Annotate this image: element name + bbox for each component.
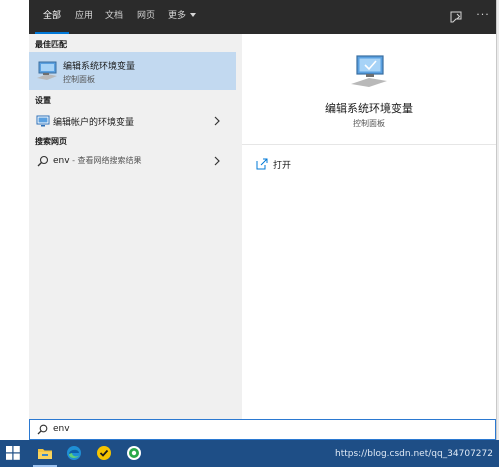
web-search-query: env bbox=[53, 156, 70, 166]
taskbar: https://blog.csdn.net/qq_34707272 bbox=[0, 440, 499, 467]
search-icon bbox=[37, 155, 49, 167]
best-match-heading: 最佳匹配 bbox=[35, 40, 67, 49]
preview-separator bbox=[242, 144, 496, 145]
open-label: 打开 bbox=[273, 161, 292, 171]
preview-title: 编辑系统环境变量 bbox=[325, 102, 413, 115]
tab-apps[interactable]: 应用 bbox=[75, 0, 93, 34]
search-tab-bar: 全部 应用 文档 网页 更多 ··· bbox=[29, 0, 496, 34]
tab-all[interactable]: 全部 bbox=[34, 0, 70, 34]
edge-icon[interactable] bbox=[66, 445, 82, 461]
search-box[interactable]: env bbox=[29, 419, 496, 440]
file-explorer-icon[interactable] bbox=[37, 445, 53, 461]
settings-heading: 设置 bbox=[35, 96, 51, 105]
chevron-right-icon[interactable] bbox=[212, 155, 222, 167]
desktop-strip bbox=[0, 0, 29, 440]
app-icon[interactable] bbox=[126, 445, 142, 461]
preview-subtitle: 控制面板 bbox=[353, 119, 385, 128]
norton-icon[interactable] bbox=[96, 445, 112, 461]
open-icon bbox=[256, 158, 268, 170]
settings-result[interactable]: 编辑帐户的环境变量 bbox=[29, 110, 236, 132]
more-options-icon[interactable]: ··· bbox=[475, 8, 491, 24]
chevron-right-icon[interactable] bbox=[212, 115, 222, 127]
web-search-label: env - 查看网络搜索结果 bbox=[53, 155, 142, 166]
web-search-heading: 搜索网页 bbox=[35, 137, 67, 146]
chevron-down-icon bbox=[190, 13, 197, 17]
settings-monitor-icon bbox=[36, 115, 50, 127]
tab-web[interactable]: 网页 bbox=[137, 0, 155, 34]
results-pane: 最佳匹配 编辑系统环境变量 控制面板 设置 编辑帐户的环境变量 搜索网页 env… bbox=[29, 34, 236, 419]
open-action[interactable]: 打开 bbox=[256, 156, 376, 172]
tab-more-label: 更多 bbox=[168, 11, 187, 21]
settings-result-label: 编辑帐户的环境变量 bbox=[53, 118, 135, 128]
system-properties-icon bbox=[351, 55, 387, 87]
system-properties-icon bbox=[37, 61, 57, 80]
best-match-result[interactable]: 编辑系统环境变量 控制面板 bbox=[29, 52, 236, 90]
tab-documents[interactable]: 文档 bbox=[105, 0, 123, 34]
web-search-suffix: - 查看网络搜索结果 bbox=[69, 156, 142, 165]
preview-pane: 编辑系统环境变量 控制面板 打开 bbox=[242, 34, 496, 419]
tab-more[interactable]: 更多 bbox=[168, 0, 197, 34]
windows-start-icon[interactable] bbox=[6, 446, 20, 460]
search-icon bbox=[37, 424, 48, 435]
feedback-icon[interactable] bbox=[449, 10, 463, 24]
web-search-result[interactable]: env - 查看网络搜索结果 bbox=[29, 150, 236, 172]
watermark-text: https://blog.csdn.net/qq_34707272 bbox=[334, 449, 493, 459]
best-match-title: 编辑系统环境变量 bbox=[63, 62, 136, 72]
search-input[interactable]: env bbox=[53, 424, 70, 434]
search-window: 全部 应用 文档 网页 更多 ··· 最佳匹配 编辑系统环境变量 控制面板 设置 bbox=[0, 0, 496, 440]
best-match-subtitle: 控制面板 bbox=[63, 75, 95, 84]
